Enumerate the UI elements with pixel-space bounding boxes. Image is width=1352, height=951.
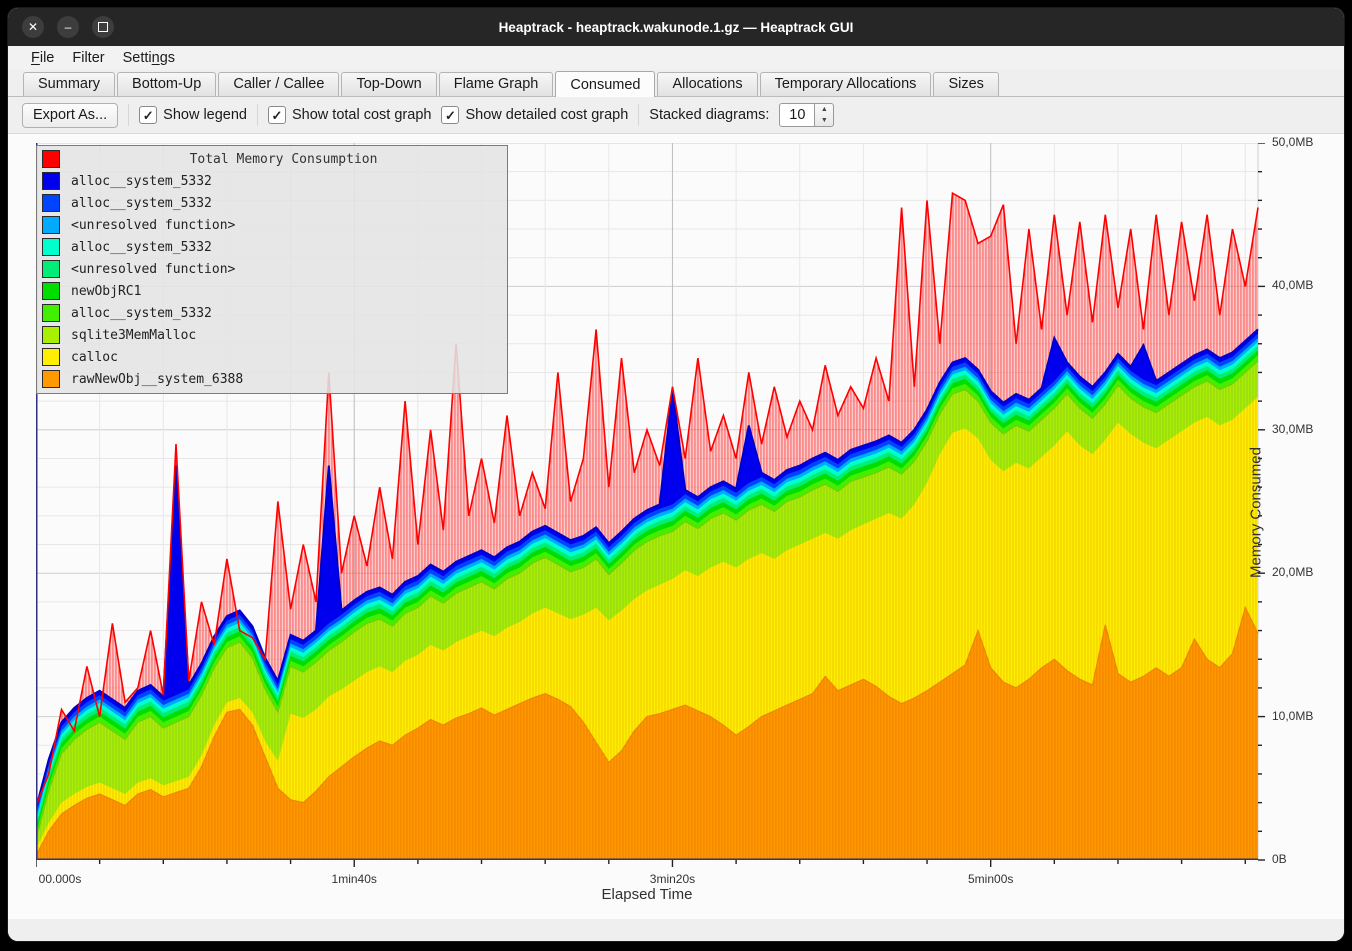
legend-item[interactable]: sqlite3MemMalloc [37,324,507,346]
tab-temporary-allocations[interactable]: Temporary Allocations [760,72,932,96]
legend-swatch-icon [42,370,60,388]
tab-summary[interactable]: Summary [23,72,115,96]
x-tick-label: 3min20s [650,872,695,886]
show-total-cost-graph-checkbox[interactable]: ✓ Show total cost graph [268,106,431,124]
checkbox-check-icon: ✓ [139,106,157,124]
menu-bar: FileFilterSettings [8,46,1344,70]
y-tick-label: 0B [1272,852,1287,866]
legend-label: <unresolved function> [71,262,235,277]
y-tick-label: 30,0MB [1272,422,1313,436]
stacked-diagrams-label: Stacked diagrams: [649,107,769,123]
legend-swatch-icon [42,326,60,344]
legend-label: alloc__system_5332 [71,174,212,189]
legend-item[interactable]: alloc__system_5332 [37,170,507,192]
tab-consumed[interactable]: Consumed [555,71,655,97]
tab-caller-callee[interactable]: Caller / Callee [218,72,339,96]
window-bottom-margin [8,919,1344,941]
legend-swatch-icon [42,282,60,300]
tab-allocations[interactable]: Allocations [657,72,757,96]
menu-filter[interactable]: Filter [63,48,113,68]
tab-flame-graph[interactable]: Flame Graph [439,72,554,96]
app-window: ✕ – Heaptrack - heaptrack.wakunode.1.gz … [8,8,1344,941]
y-tick-label: 10,0MB [1272,709,1313,723]
tab-bar: SummaryBottom-UpCaller / CalleeTop-DownF… [8,70,1344,97]
toolbar-separator [257,104,258,126]
legend-swatch-icon [42,216,60,234]
menu-file[interactable]: File [22,48,63,68]
y-tick-label: 50,0MB [1272,135,1313,149]
legend-item[interactable]: Total Memory Consumption [37,148,507,170]
y-tick-label: 40,0MB [1272,278,1313,292]
checkbox-label: Show total cost graph [292,107,431,123]
chart-legend: Total Memory Consumption alloc__system_53… [36,145,508,394]
legend-item[interactable]: rawNewObj__system_6388 [37,368,507,390]
legend-swatch-icon [42,150,60,168]
legend-item[interactable]: calloc [37,346,507,368]
legend-label: rawNewObj__system_6388 [71,372,243,387]
x-tick-label: 00.000s [39,872,82,886]
titlebar: ✕ – Heaptrack - heaptrack.wakunode.1.gz … [8,8,1344,46]
legend-swatch-icon [42,348,60,366]
stacked-diagrams-stepper[interactable]: 10 ▲ ▼ [779,103,834,127]
toolbar-separator [128,104,129,126]
y-tick-label: 20,0MB [1272,565,1313,579]
legend-item[interactable]: newObjRC1 [37,280,507,302]
show-legend-checkbox[interactable]: ✓ Show legend [139,106,247,124]
y-axis-title: Memory Consumed [1248,423,1265,603]
legend-item[interactable]: alloc__system_5332 [37,236,507,258]
legend-label: sqlite3MemMalloc [71,328,196,343]
tab-bottom-up[interactable]: Bottom-Up [117,72,216,96]
tab-top-down[interactable]: Top-Down [341,72,436,96]
show-detailed-cost-graph-checkbox[interactable]: ✓ Show detailed cost graph [441,106,628,124]
legend-label: <unresolved function> [71,218,235,233]
checkbox-check-icon: ✓ [268,106,286,124]
arrow-up-icon[interactable]: ▲ [815,104,833,115]
window-title: Heaptrack - heaptrack.wakunode.1.gz — He… [8,8,1344,46]
legend-swatch-icon [42,172,60,190]
toolbar: Export As... ✓ Show legend ✓ Show total … [8,97,1344,133]
stacked-diagrams-value[interactable]: 10 [779,103,815,127]
tab-sizes[interactable]: Sizes [933,72,998,96]
legend-swatch-icon [42,194,60,212]
legend-label: alloc__system_5332 [71,196,212,211]
checkbox-label: Show legend [163,107,247,123]
legend-label: alloc__system_5332 [71,306,212,321]
x-tick-label: 1min40s [332,872,377,886]
legend-item[interactable]: <unresolved function> [37,258,507,280]
checkbox-check-icon: ✓ [441,106,459,124]
export-as-button[interactable]: Export As... [22,103,118,128]
legend-label: newObjRC1 [71,284,141,299]
checkbox-label: Show detailed cost graph [465,107,628,123]
toolbar-separator [638,104,639,126]
memory-consumption-chart: Total Memory Consumption alloc__system_53… [8,133,1344,919]
legend-label: Total Memory Consumption [60,152,507,167]
legend-item[interactable]: <unresolved function> [37,214,507,236]
legend-swatch-icon [42,304,60,322]
legend-item[interactable]: alloc__system_5332 [37,192,507,214]
legend-label: calloc [71,350,118,365]
legend-swatch-icon [42,238,60,256]
stepper-arrows[interactable]: ▲ ▼ [815,103,834,127]
x-axis-title: Elapsed Time [36,886,1258,903]
legend-swatch-icon [42,260,60,278]
legend-item[interactable]: alloc__system_5332 [37,302,507,324]
arrow-down-icon[interactable]: ▼ [815,115,833,126]
x-tick-label: 5min00s [968,872,1013,886]
legend-label: alloc__system_5332 [71,240,212,255]
menu-settings[interactable]: Settings [114,48,184,68]
